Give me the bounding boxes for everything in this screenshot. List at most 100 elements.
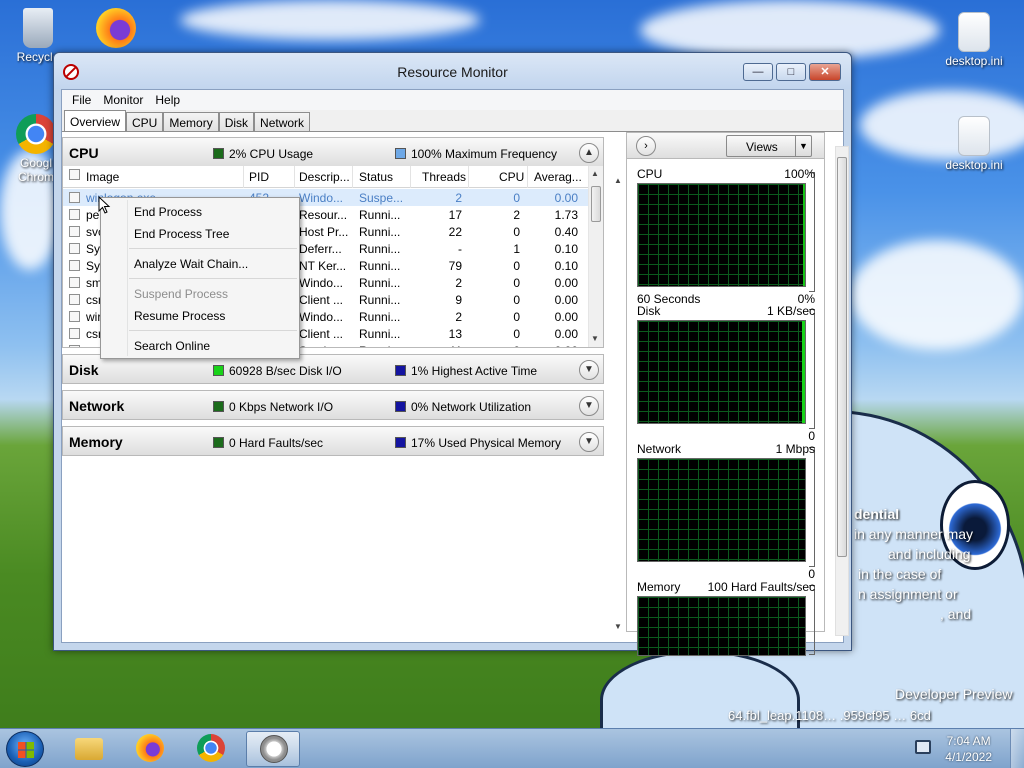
hard-faults-stat: 0 Hard Faults/sec (213, 436, 323, 450)
cell-status: Suspe... (359, 191, 404, 205)
desktop-icon-desktop-ini[interactable]: desktop.ini (938, 116, 1010, 172)
taskbar-chrome[interactable] (184, 731, 238, 767)
select-all-checkbox[interactable] (69, 169, 80, 180)
row-checkbox[interactable] (69, 226, 80, 237)
graph-canvas (637, 458, 806, 562)
graph-network: Network 1 Mbps 0 (637, 442, 815, 582)
menu-item-end-process-tree[interactable]: End Process Tree (134, 227, 229, 241)
menu-help[interactable]: Help (149, 93, 186, 107)
window-client-area: File Monitor Help Overview CPU Memory Di… (61, 89, 849, 656)
pane-scroll-down-arrow-icon[interactable]: ▼ (614, 622, 622, 631)
dropdown-arrow-icon[interactable]: ▼ (795, 136, 811, 156)
scroll-up-arrow-icon[interactable]: ▲ (591, 169, 599, 178)
clock[interactable]: 7:04 AM 4/1/2022 (945, 733, 992, 765)
row-checkbox[interactable] (69, 243, 80, 254)
expand-chevron-icon[interactable]: ▼ (579, 432, 599, 452)
column-header-pid[interactable]: PID (249, 170, 269, 184)
cpu-table-scrollbar[interactable]: ▲ ▼ (588, 166, 603, 347)
column-header-threads[interactable]: Threads (422, 170, 466, 184)
taskbar-resource-monitor[interactable] (246, 731, 300, 767)
memory-section-header[interactable]: Memory 0 Hard Faults/sec 17% Used Physic… (62, 426, 604, 456)
graph-bottom-right-label: 0 (808, 429, 815, 443)
menu-separator (129, 248, 297, 249)
column-header-cpu[interactable]: CPU (499, 170, 524, 184)
menu-item-resume-process[interactable]: Resume Process (134, 309, 225, 323)
views-label: Views (746, 140, 778, 154)
menu-item-suspend-process: Suspend Process (134, 287, 229, 301)
close-button[interactable]: ✕ (809, 63, 841, 81)
expand-chevron-icon[interactable]: ▼ (579, 360, 599, 380)
start-button[interactable] (6, 731, 44, 767)
minimize-button[interactable]: — (743, 63, 773, 81)
network-io-stat: 0 Kbps Network I/O (213, 400, 333, 414)
column-header-average-cpu[interactable]: Averag... (534, 170, 582, 184)
collapse-graphs-arrow-icon[interactable]: › (636, 136, 656, 156)
row-checkbox[interactable] (69, 209, 80, 220)
column-header-image[interactable]: Image (86, 170, 119, 184)
desktop-icon-desktop-ini[interactable]: desktop.ini (938, 12, 1010, 68)
menu-item-end-process[interactable]: End Process (134, 205, 202, 219)
row-checkbox[interactable] (69, 294, 80, 305)
network-utilization-stat: 0% Network Utilization (395, 400, 531, 414)
chrome-icon (197, 734, 225, 762)
graph-max-label: 100 Hard Faults/sec (707, 580, 815, 594)
window-title: Resource Monitor (397, 64, 508, 80)
expand-chevron-icon[interactable]: ▼ (579, 396, 599, 416)
menu-bar: File Monitor Help (62, 90, 843, 110)
column-header-status[interactable]: Status (359, 170, 393, 184)
row-checkbox[interactable] (69, 328, 80, 339)
taskbar-firefox[interactable] (123, 731, 177, 767)
taskbar-explorer[interactable] (62, 731, 116, 767)
tab-memory[interactable]: Memory (163, 112, 219, 132)
cell-desc: Windo... (299, 191, 344, 205)
row-checkbox[interactable] (69, 192, 80, 203)
stat-text: 1% Highest Active Time (411, 364, 538, 378)
network-section-header[interactable]: Network 0 Kbps Network I/O 0% Network Ut… (62, 390, 604, 420)
tab-cpu[interactable]: CPU (126, 112, 164, 132)
stat-text: 17% Used Physical Memory (411, 436, 562, 450)
cell-avg: 0.10 (554, 242, 578, 256)
pane-scroll-up-arrow-icon[interactable]: ▲ (614, 176, 622, 185)
cell-threads: - (458, 242, 462, 256)
cell-avg: 0.00 (554, 191, 578, 205)
scrollbar-thumb[interactable] (837, 157, 847, 557)
show-desktop-button[interactable] (1010, 729, 1024, 768)
tab-network[interactable]: Network (254, 112, 311, 132)
menu-item-analyze-wait-chain[interactable]: Analyze Wait Chain... (134, 257, 248, 271)
taskbar: 7:04 AM 4/1/2022 (0, 728, 1024, 768)
menu-file[interactable]: File (66, 93, 97, 107)
network-tray-icon[interactable] (915, 740, 931, 754)
maximize-button[interactable]: □ (776, 63, 806, 81)
cpu-section-header[interactable]: CPU 2% CPU Usage 100% Maximum Frequency … (62, 137, 604, 167)
menu-monitor[interactable]: Monitor (97, 93, 149, 107)
graph-canvas (637, 183, 806, 287)
scrollbar-thumb[interactable] (591, 186, 601, 222)
desktop-icon-firefox[interactable] (80, 8, 152, 50)
menu-separator (129, 278, 297, 279)
cell-avg: 0.10 (554, 259, 578, 273)
title-bar[interactable]: Resource Monitor — □ ✕ (54, 53, 851, 89)
graph-scale-bracket (809, 585, 815, 655)
desktop-icon-label: Googl Chrom (17, 156, 54, 184)
row-checkbox[interactable] (69, 260, 80, 271)
row-checkbox[interactable] (69, 311, 80, 322)
collapse-chevron-icon[interactable]: ▲ (579, 143, 599, 163)
legend-swatch (213, 148, 224, 159)
tab-disk[interactable]: Disk (218, 112, 255, 132)
tab-overview[interactable]: Overview (64, 110, 127, 132)
row-checkbox[interactable] (69, 345, 80, 347)
cell-desc: Windo... (299, 310, 344, 324)
disk-io-stat: 60928 B/sec Disk I/O (213, 364, 342, 378)
row-checkbox[interactable] (69, 277, 80, 288)
watermark-text: , and (940, 606, 972, 622)
column-header-description[interactable]: Descrip... (299, 170, 350, 184)
menu-item-search-online[interactable]: Search Online (134, 339, 210, 353)
views-dropdown[interactable]: Views ▼ (726, 135, 812, 157)
graph-canvas (637, 320, 806, 424)
stat-text: 0 Hard Faults/sec (229, 436, 324, 450)
scroll-down-arrow-icon[interactable]: ▼ (591, 334, 599, 343)
physical-memory-stat: 17% Used Physical Memory (395, 436, 561, 450)
cell-cpu: 0 (488, 344, 520, 347)
graphs-scrollbar[interactable] (835, 146, 849, 636)
cell-desc: Client ... (299, 293, 344, 307)
